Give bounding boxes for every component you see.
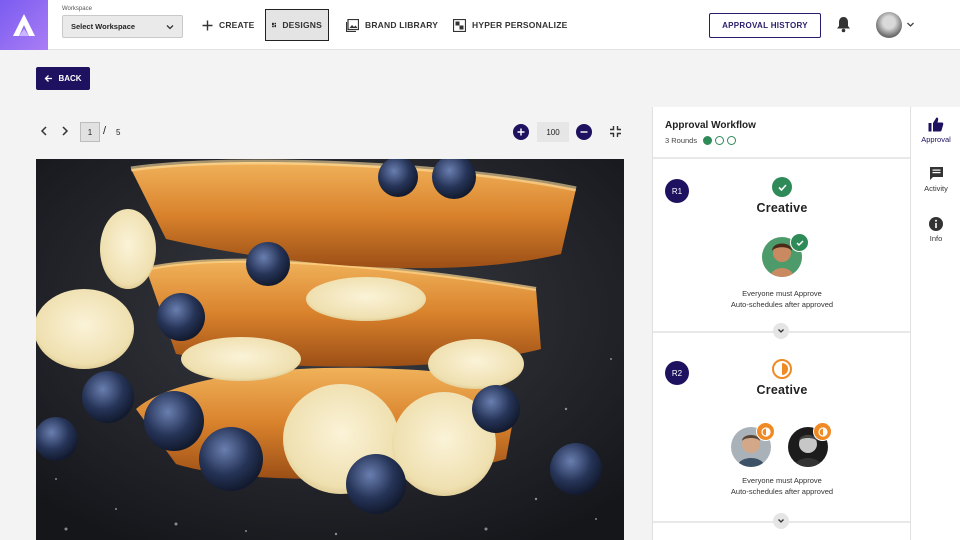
- schedule-note: Auto-schedules after approved: [730, 300, 834, 309]
- chevron-down-icon[interactable]: [906, 20, 915, 29]
- approval-rule: Everyone must Approve: [742, 476, 822, 485]
- fit-screen-icon[interactable]: [609, 125, 622, 138]
- tab-approval[interactable]: Approval: [911, 117, 960, 144]
- tab-info[interactable]: Info: [911, 217, 960, 243]
- nav-brand-library[interactable]: BRAND LIBRARY: [340, 9, 444, 41]
- bell-icon[interactable]: [836, 16, 851, 33]
- app-logo[interactable]: [0, 0, 48, 50]
- workspace-select-value: Select Workspace: [71, 22, 136, 31]
- approved-check-icon: [790, 233, 809, 252]
- image-library-icon: [346, 18, 359, 32]
- back-button-label: BACK: [58, 74, 82, 83]
- zoom-out-button[interactable]: [576, 124, 592, 140]
- nav-create-label: CREATE: [219, 20, 255, 30]
- page-separator: /: [103, 125, 107, 137]
- nav-designs[interactable]: DESIGNS: [265, 9, 329, 41]
- user-avatar[interactable]: [876, 12, 902, 38]
- workflow-header: Approval Workflow 3 Rounds: [653, 107, 910, 159]
- thumbs-up-icon: [928, 117, 944, 132]
- page-number-input[interactable]: 1: [80, 122, 100, 142]
- rounds-progress: [703, 136, 737, 145]
- comment-icon: [929, 167, 943, 180]
- rounds-summary: 3 Rounds: [665, 136, 898, 145]
- workflow-title: Approval Workflow: [665, 120, 756, 131]
- nav-designs-label: DESIGNS: [282, 20, 322, 30]
- round-badge: R1: [665, 179, 689, 203]
- chevron-down-icon: [166, 24, 174, 29]
- round-card-r2: R2 Creative Everyone must Approve Auto-s…: [653, 333, 910, 529]
- in-progress-icon: [756, 422, 775, 441]
- round-card-r1: R1 Creative Everyone must Approve Auto-s…: [653, 159, 910, 339]
- workspace-label: Workspace: [62, 6, 92, 12]
- nav-brand-library-label: BRAND LIBRARY: [365, 20, 439, 30]
- logo-icon: [13, 14, 35, 36]
- page-total: 5: [116, 128, 121, 137]
- approval-workflow-panel: Approval Workflow 3 Rounds R1 Creative E…: [652, 107, 910, 540]
- chevron-down-icon: [778, 329, 784, 333]
- rounds-count: 3 Rounds: [665, 136, 698, 145]
- tab-activity[interactable]: Activity: [911, 166, 960, 193]
- grid-icon: [272, 22, 277, 28]
- zoom-level[interactable]: 100: [537, 122, 569, 142]
- in-progress-icon: [772, 359, 792, 379]
- approval-rule: Everyone must Approve: [742, 289, 822, 298]
- tab-activity-label: Activity: [924, 184, 948, 193]
- nav-hyper-personalize[interactable]: HYPER PERSONALIZE: [447, 9, 574, 41]
- round-badge: R2: [665, 361, 689, 385]
- collapse-round-button[interactable]: [773, 513, 789, 529]
- design-canvas[interactable]: [36, 159, 624, 540]
- tab-approval-label: Approval: [921, 135, 951, 144]
- in-progress-icon: [813, 422, 832, 441]
- chevron-right-icon[interactable]: [59, 125, 71, 137]
- info-icon: [929, 217, 943, 231]
- design-image: [36, 159, 624, 540]
- schedule-note: Auto-schedules after approved: [730, 487, 834, 496]
- approved-check-icon: [772, 177, 792, 197]
- approval-history-button[interactable]: APPROVAL HISTORY: [709, 13, 821, 38]
- tab-info-label: Info: [929, 234, 943, 243]
- round-dot-pending: [715, 136, 725, 145]
- plus-icon: [517, 128, 525, 136]
- round-dot-pending: [727, 136, 737, 145]
- side-tab-bar: Approval Activity Info: [910, 107, 960, 540]
- personalize-icon: [453, 18, 466, 32]
- top-bar: Workspace Select Workspace CREATE DESIGN…: [0, 0, 960, 50]
- minus-icon: [580, 131, 588, 133]
- chevron-left-icon[interactable]: [38, 125, 50, 137]
- plus-icon: [202, 20, 213, 30]
- arrow-left-icon: [45, 75, 53, 82]
- back-button[interactable]: BACK: [36, 67, 90, 90]
- chevron-down-icon: [778, 519, 784, 523]
- nav-hyper-personalize-label: HYPER PERSONALIZE: [472, 20, 568, 30]
- round-dot-complete: [703, 136, 713, 145]
- round-name: Creative: [756, 201, 808, 215]
- round-name: Creative: [756, 383, 808, 397]
- workspace-select[interactable]: Select Workspace: [62, 15, 183, 38]
- zoom-in-button[interactable]: [513, 124, 529, 140]
- collapse-round-button[interactable]: [773, 323, 789, 339]
- nav-create[interactable]: CREATE: [196, 9, 261, 41]
